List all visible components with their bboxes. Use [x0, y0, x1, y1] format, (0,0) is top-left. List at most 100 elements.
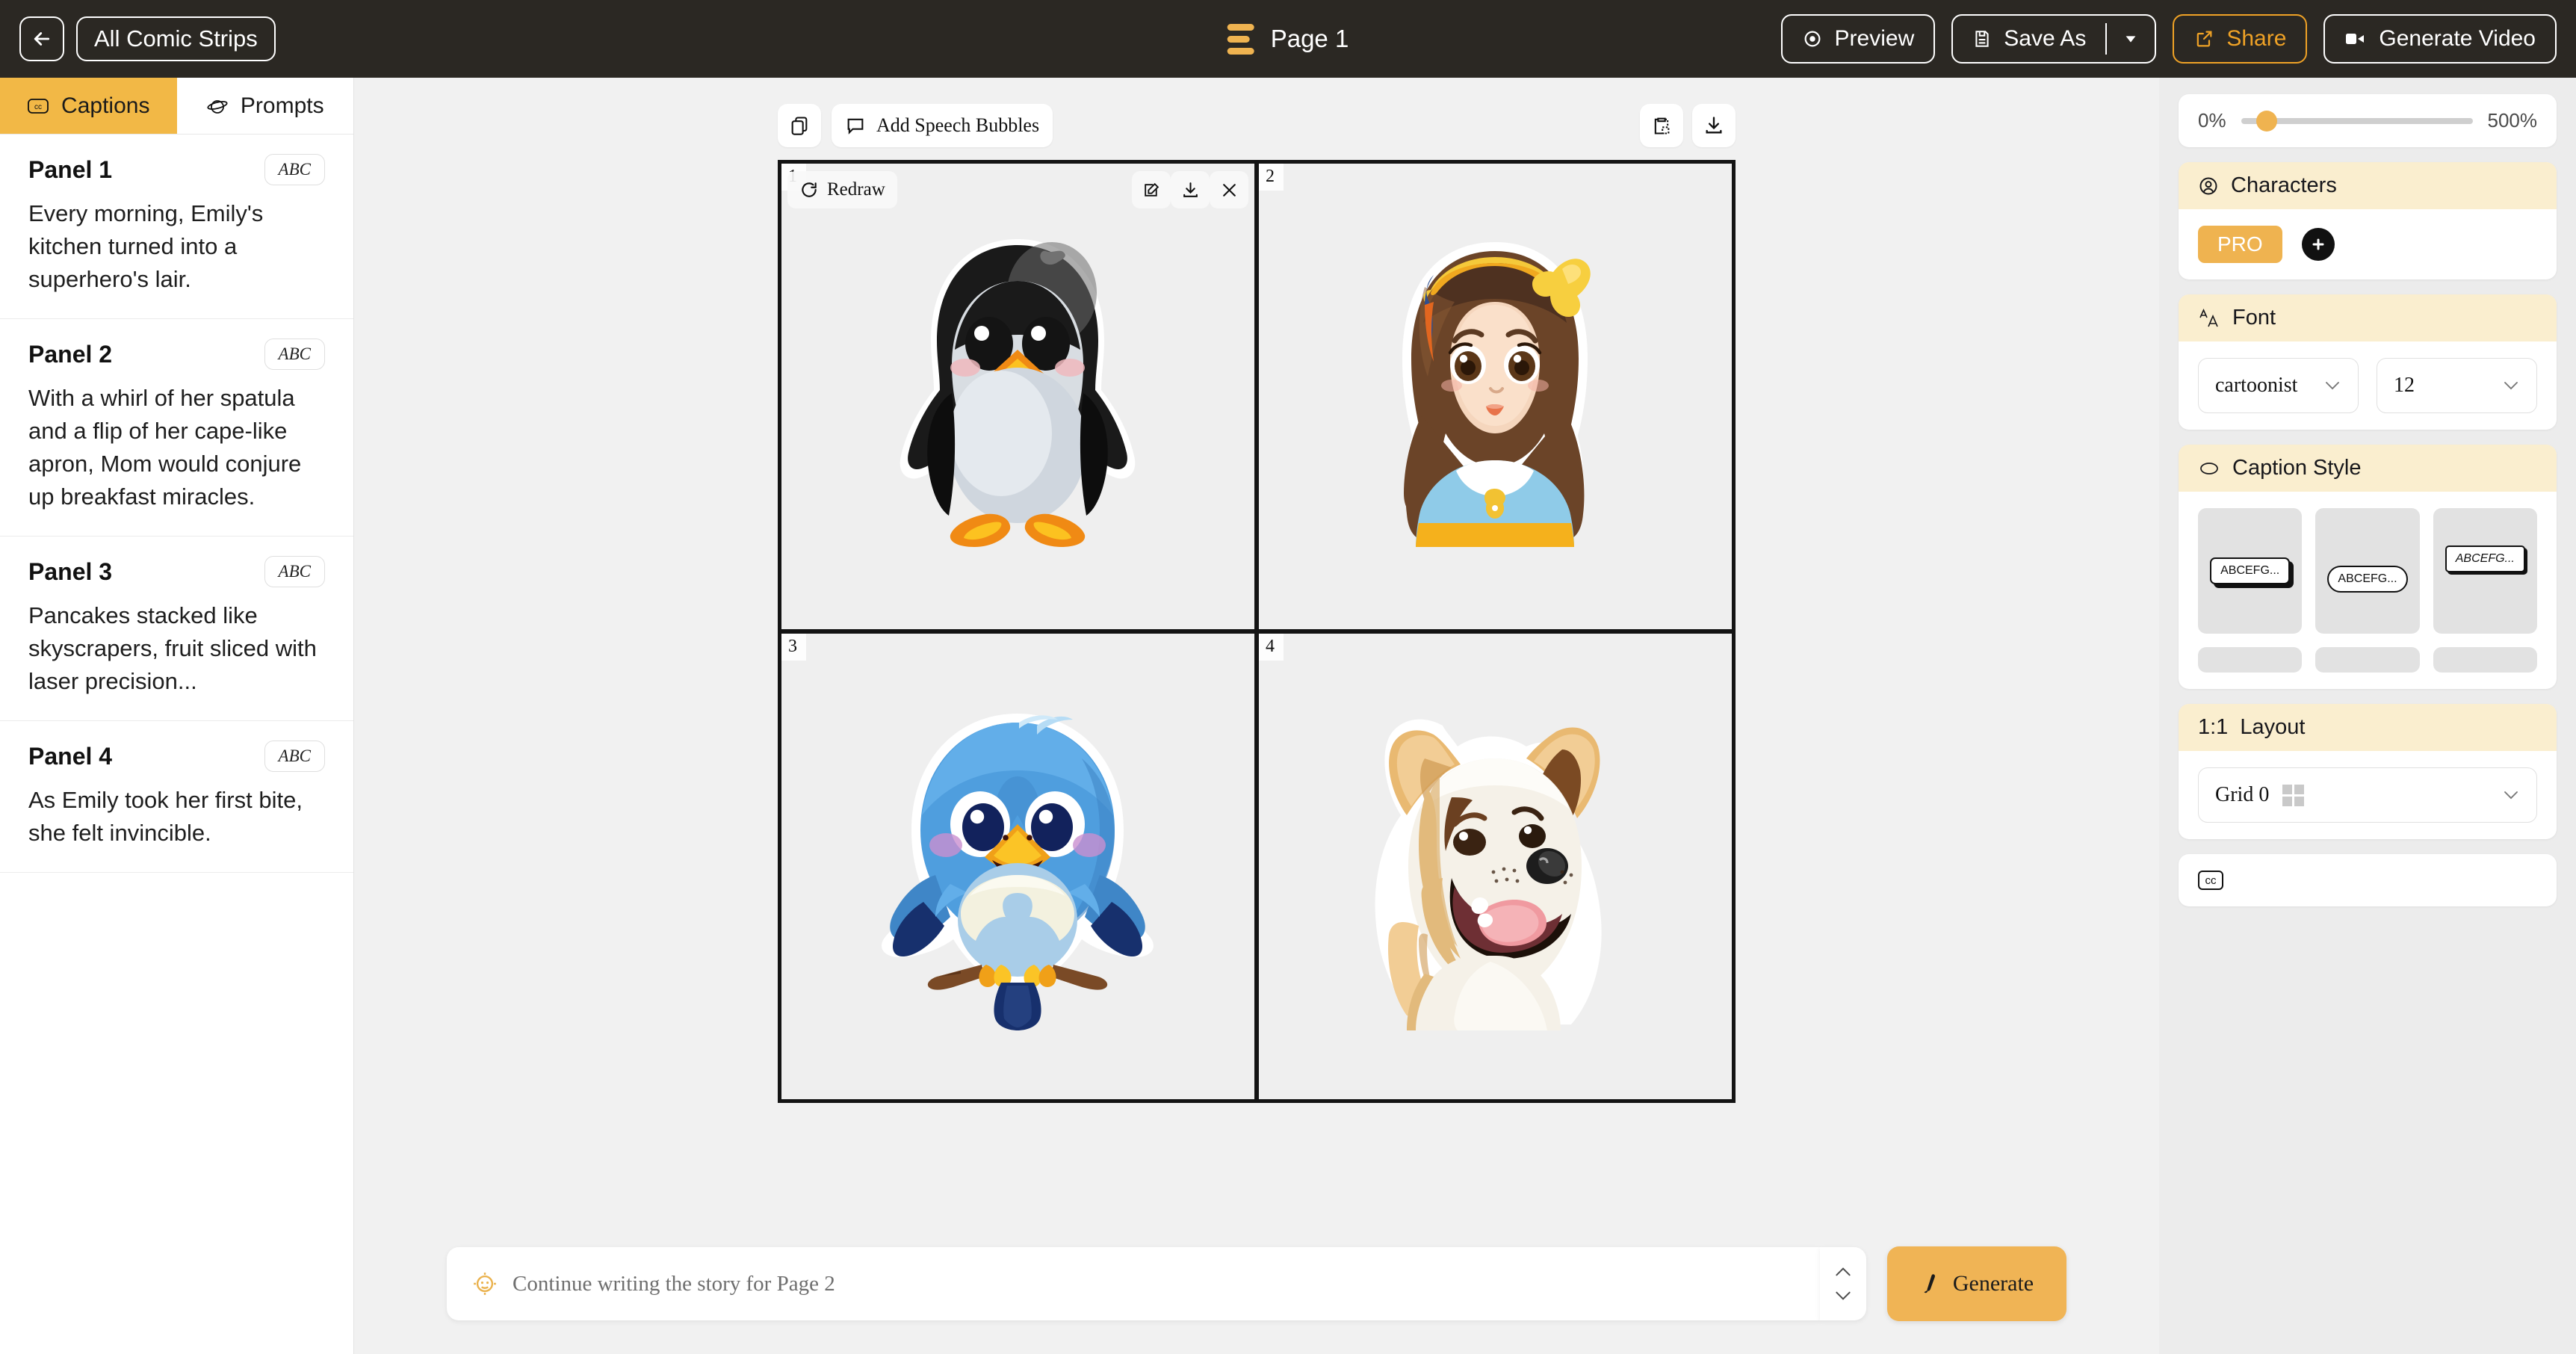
comic-cell[interactable]: 3	[781, 634, 1254, 1099]
comic-cell[interactable]: 1	[781, 164, 1254, 629]
generate-button[interactable]: Generate	[1887, 1246, 2066, 1321]
brush-icon	[1920, 1273, 1941, 1295]
close-icon	[1220, 181, 1239, 200]
save-as-button[interactable]: Save As	[1953, 16, 2105, 62]
save-as-dropdown-button[interactable]	[2107, 16, 2155, 62]
font-size-select[interactable]: 12	[2377, 358, 2537, 413]
panel-header: Panel 1 ABC	[28, 154, 325, 185]
caption-style-header: Caption Style	[2179, 445, 2557, 492]
list-item[interactable]: Panel 4 ABC As Emily took her first bite…	[0, 721, 353, 873]
dog-illustration	[1335, 699, 1656, 1035]
grid-2x2-icon	[2282, 785, 2304, 806]
cell-artwork-dog	[1259, 634, 1732, 1099]
planet-icon	[206, 96, 229, 117]
panel-caption-text[interactable]: As Emily took her first bite, she felt i…	[28, 784, 325, 850]
tab-captions[interactable]: cc Captions	[0, 78, 177, 134]
comic-cell[interactable]: 2	[1259, 164, 1732, 629]
caption-style-tile[interactable]: ABCEFG...	[2433, 508, 2537, 634]
user-circle-icon	[2198, 176, 2219, 197]
chevron-up-icon[interactable]	[1833, 1266, 1853, 1278]
font-selects: cartoonist 12	[2198, 358, 2537, 413]
prompt-stepper[interactable]	[1820, 1247, 1866, 1320]
characters-row: PRO	[2198, 226, 2537, 263]
girl-illustration	[1335, 221, 1656, 572]
chevron-down-icon[interactable]	[1833, 1290, 1853, 1302]
panel-title: Panel 3	[28, 558, 112, 586]
comic-grid: 1	[778, 160, 1736, 1103]
add-speech-bubbles-button[interactable]: Add Speech Bubbles	[832, 104, 1053, 147]
layout-card: 1:1 Layout Grid 0	[2179, 704, 2557, 839]
right-sidebar: 0% 500% Characters PRO	[2159, 78, 2576, 1354]
pages-menu-icon[interactable]	[1227, 24, 1254, 55]
caption-style-tile[interactable]	[2315, 647, 2419, 673]
layout-chevron	[2502, 789, 2520, 801]
list-item[interactable]: Panel 1 ABC Every morning, Emily's kitch…	[0, 135, 353, 319]
abc-style-button[interactable]: ABC	[264, 154, 325, 185]
save-as-split-button[interactable]: Save As	[1951, 14, 2156, 64]
caption-style-tile[interactable]: ABCEFG...	[2198, 508, 2302, 634]
zoom-slider-thumb[interactable]	[2256, 111, 2277, 132]
page-title-group: Page 1	[1227, 24, 1349, 55]
prompt-input-group: Continue writing the story for Page 2	[447, 1247, 1866, 1320]
tab-prompts-label: Prompts	[241, 93, 324, 119]
caption-style-tile[interactable]: ABCEFG...	[2315, 508, 2419, 634]
close-cell-button[interactable]	[1210, 171, 1248, 208]
list-item[interactable]: Panel 3 ABC Pancakes stacked like skyscr…	[0, 537, 353, 721]
captions-toggle-card: cc	[2179, 854, 2557, 906]
tab-prompts[interactable]: Prompts	[177, 78, 354, 134]
characters-card: Characters PRO	[2179, 162, 2557, 279]
download-cell-button[interactable]	[1171, 171, 1210, 208]
redraw-button[interactable]: Redraw	[787, 171, 897, 208]
pro-badge[interactable]: PRO	[2198, 226, 2282, 263]
share-button[interactable]: Share	[2173, 14, 2307, 64]
share-label: Share	[2226, 26, 2286, 52]
add-character-button[interactable]	[2302, 228, 2335, 261]
font-body: cartoonist 12	[2179, 341, 2557, 430]
abc-style-button[interactable]: ABC	[264, 741, 325, 772]
page-title: Page 1	[1271, 25, 1349, 53]
caption-panel-list: Panel 1 ABC Every morning, Emily's kitch…	[0, 135, 353, 1354]
panel-title: Panel 1	[28, 156, 112, 184]
copy-icon	[789, 115, 810, 136]
back-button[interactable]	[19, 16, 64, 61]
panel-caption-text[interactable]: Every morning, Emily's kitchen turned in…	[28, 197, 325, 296]
list-item[interactable]: Panel 2 ABC With a whirl of her spatula …	[0, 319, 353, 537]
bluebird-illustration	[858, 699, 1179, 1035]
abc-style-button[interactable]: ABC	[264, 338, 325, 370]
edit-cell-button[interactable]	[1132, 171, 1171, 208]
cc-icon: cc	[27, 97, 49, 115]
panel-header: Panel 4 ABC	[28, 741, 325, 772]
layout-body: Grid 0	[2179, 751, 2557, 839]
preview-button[interactable]: Preview	[1781, 14, 1936, 64]
prompt-placeholder: Continue writing the story for Page 2	[513, 1272, 835, 1296]
panel-caption-text[interactable]: With a whirl of her spatula and a flip o…	[28, 382, 325, 513]
caption-style-preview: ABCEFG...	[2210, 557, 2290, 584]
caption-style-tile[interactable]	[2198, 647, 2302, 673]
font-family-select[interactable]: cartoonist	[2198, 358, 2359, 413]
font-title: Font	[2232, 306, 2276, 330]
caption-style-card: Caption Style ABCEFG... ABCEFG... ABCEFG…	[2179, 445, 2557, 689]
comic-cell[interactable]: 4	[1259, 634, 1732, 1099]
panel-caption-text[interactable]: Pancakes stacked like skyscrapers, fruit…	[28, 599, 325, 698]
zoom-slider-track[interactable]	[2241, 118, 2473, 124]
duplicate-page-button[interactable]	[778, 104, 821, 147]
prompt-input[interactable]: Continue writing the story for Page 2	[447, 1247, 1820, 1320]
chevron-down-icon	[2502, 380, 2520, 392]
copy-to-clipboard-button[interactable]	[1640, 104, 1683, 147]
all-comic-strips-button[interactable]: All Comic Strips	[76, 16, 276, 61]
download-page-button[interactable]	[1692, 104, 1736, 147]
canvas-area: Add Speech Bubbles	[354, 78, 2159, 1354]
font-size-icon	[2198, 308, 2220, 329]
plus-icon	[2309, 235, 2327, 253]
abc-style-button[interactable]: ABC	[264, 556, 325, 587]
penguin-illustration	[858, 221, 1179, 572]
cc-icon[interactable]: cc	[2198, 871, 2223, 890]
caption-style-grid: ABCEFG... ABCEFG... ABCEFG...	[2198, 508, 2537, 673]
cell-artwork-penguin	[781, 164, 1254, 629]
top-bar-left: All Comic Strips	[19, 16, 276, 61]
save-icon	[1972, 28, 1992, 49]
generate-video-button[interactable]: Generate Video	[2323, 14, 2557, 64]
redraw-label: Redraw	[827, 179, 885, 200]
layout-grid-select[interactable]: Grid 0	[2198, 767, 2537, 823]
caption-style-tile[interactable]	[2433, 647, 2537, 673]
